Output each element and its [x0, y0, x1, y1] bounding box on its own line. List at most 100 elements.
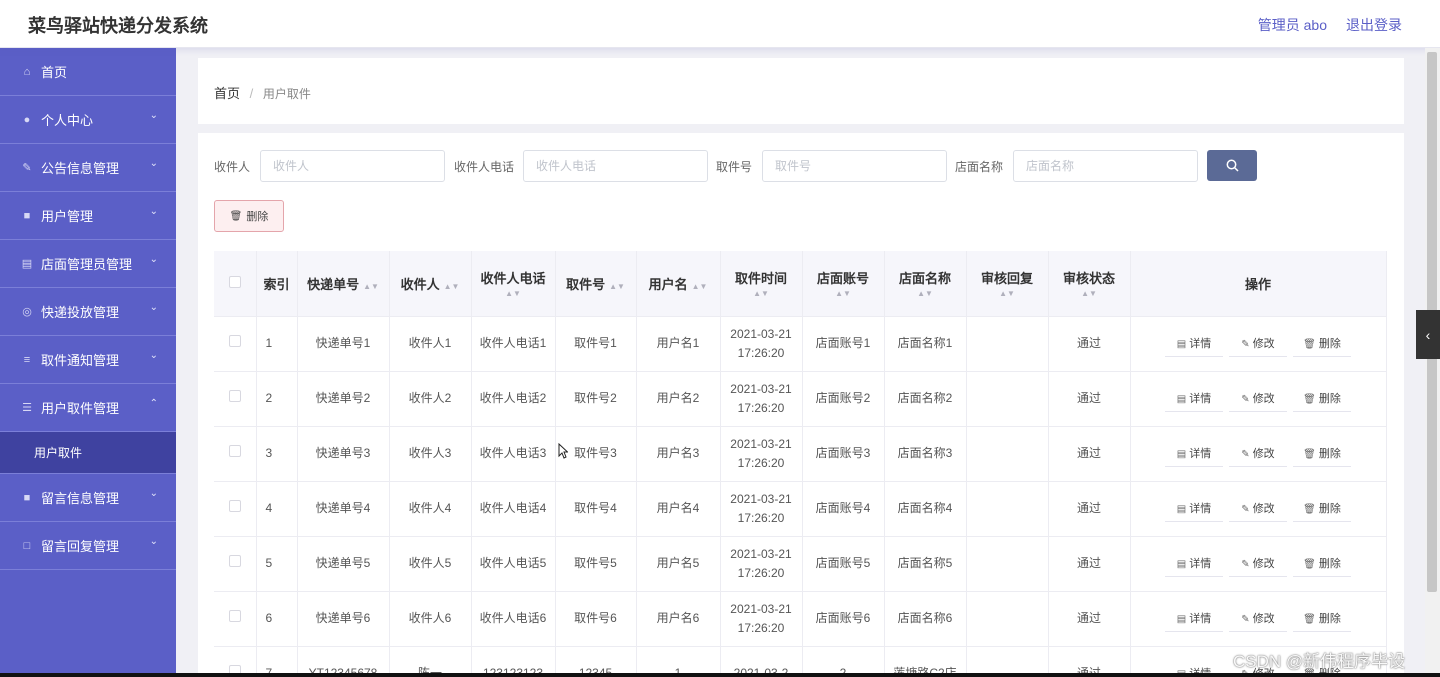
edit-button[interactable]: ✎修改	[1229, 606, 1287, 632]
sort-icon[interactable]: ▲▼	[692, 282, 708, 291]
sidebar-item-announcements[interactable]: ✎ 公告信息管理 ⌄	[0, 144, 176, 192]
sidebar-item-label: 留言信息管理	[41, 491, 120, 506]
sidebar-item-store-admins[interactable]: ▤ 店面管理员管理 ⌄	[0, 240, 176, 288]
chat-icon: ■	[23, 209, 31, 222]
sidebar-item-home[interactable]: ⌂ 首页	[0, 48, 176, 96]
detail-button[interactable]: ▤详情	[1165, 551, 1223, 577]
pickup-label: 取件号	[716, 160, 753, 174]
edit-button[interactable]: ✎修改	[1229, 496, 1287, 522]
edit-icon: ✎	[22, 162, 32, 174]
pencil-icon: ✎	[1241, 448, 1250, 460]
window-bottom-edge	[0, 673, 1440, 677]
table-row: 5 快递单号5 收件人5 收件人电话5 取件号5 用户名5 2021-03-21 17:26…	[214, 536, 1387, 592]
sort-icon[interactable]: ▲▼	[721, 289, 802, 298]
select-all-checkbox[interactable]	[228, 275, 241, 288]
delete-button[interactable]: 🗑删除	[1293, 331, 1351, 357]
breadcrumb-card: 首页 / 用户取件	[198, 58, 1404, 124]
store-input[interactable]	[1013, 150, 1198, 182]
edit-button[interactable]: ✎修改	[1229, 386, 1287, 412]
edit-button[interactable]: ✎修改	[1229, 441, 1287, 467]
col-store-account[interactable]: 店面账号 ▲▼	[802, 251, 885, 317]
search-button[interactable]	[1207, 150, 1257, 181]
trash-icon: 🗑	[1303, 613, 1316, 625]
sidebar-item-label: 用户取件管理	[41, 401, 120, 416]
receiver-input[interactable]	[260, 150, 445, 182]
delete-button[interactable]: 🗑删除	[1293, 551, 1351, 577]
col-store-name[interactable]: 店面名称 ▲▼	[884, 251, 967, 317]
breadcrumb-home[interactable]: 首页	[214, 86, 240, 101]
detail-button[interactable]: ▤详情	[1165, 496, 1223, 522]
batch-delete-button[interactable]: 🗑 删除	[214, 200, 284, 232]
pencil-icon: ✎	[1241, 338, 1250, 350]
cell-actions: ▤详情✎修改🗑删除	[1130, 481, 1387, 537]
action-label: 删除	[1318, 612, 1341, 625]
sort-icon[interactable]: ▲▼	[609, 282, 625, 291]
sliders-icon: ≡	[23, 353, 31, 366]
row-checkbox[interactable]	[228, 390, 241, 402]
col-tracking[interactable]: 快递单号 ▲▼	[297, 251, 390, 317]
table-row: 1 快递单号1 收件人1 收件人电话1 取件号1 用户名1 2021-03-21 17:26…	[214, 316, 1387, 372]
cell-store-name: 店面名称2	[884, 371, 967, 427]
sidebar-item-replies[interactable]: □ 留言回复管理 ⌄	[0, 522, 176, 570]
row-checkbox[interactable]	[228, 555, 241, 567]
pickup-input[interactable]	[762, 150, 947, 182]
sort-icon[interactable]: ▲▼	[967, 289, 1048, 298]
sort-icon[interactable]: ▲▼	[1049, 289, 1130, 298]
row-checkbox[interactable]	[228, 335, 241, 347]
cell-phone: 收件人电话1	[471, 316, 556, 372]
logout-link[interactable]: 退出登录	[1346, 15, 1402, 35]
action-label: 删除	[1318, 337, 1341, 350]
row-checkbox[interactable]	[228, 500, 241, 512]
sort-icon[interactable]: ▲▼	[363, 282, 379, 291]
delete-button[interactable]: 🗑删除	[1293, 386, 1351, 412]
sidebar-item-pickup-notice[interactable]: ≡ 取件通知管理 ⌄	[0, 336, 176, 384]
sidebar-item-messages[interactable]: ■ 留言信息管理 ⌄	[0, 474, 176, 522]
action-label: 详情	[1189, 337, 1212, 350]
row-select-cell	[214, 591, 257, 647]
edit-button[interactable]: ✎修改	[1229, 331, 1287, 357]
detail-button[interactable]: ▤详情	[1165, 331, 1223, 357]
phone-label: 收件人电话	[454, 160, 515, 174]
cell-actions: ▤详情✎修改🗑删除	[1130, 591, 1387, 647]
row-checkbox[interactable]	[228, 610, 241, 622]
edit-button[interactable]: ✎修改	[1229, 551, 1287, 577]
phone-input[interactable]	[523, 150, 708, 182]
sidebar-item-delivery[interactable]: ◎ 快递投放管理 ⌄	[0, 288, 176, 336]
sidebar-subitem-user-pickup[interactable]: 用户取件	[0, 432, 176, 474]
sidebar-item-users[interactable]: ■ 用户管理 ⌄	[0, 192, 176, 240]
mouse-cursor-icon	[558, 443, 568, 459]
col-review-reply[interactable]: 审核回复 ▲▼	[966, 251, 1049, 317]
cell-pickup: 取件号1	[555, 316, 637, 372]
sort-icon[interactable]: ▲▼	[885, 289, 966, 298]
cell-username: 用户名2	[636, 371, 721, 427]
col-username[interactable]: 用户名 ▲▼	[636, 251, 721, 317]
cell-receiver: 收件人1	[389, 316, 472, 372]
sort-icon[interactable]: ▲▼	[444, 282, 460, 291]
sort-icon[interactable]: ▲▼	[803, 289, 884, 298]
cell-index: 6	[256, 591, 298, 647]
pencil-icon: ✎	[1241, 613, 1250, 625]
detail-button[interactable]: ▤详情	[1165, 606, 1223, 632]
chevron-down-icon: ⌄	[149, 254, 158, 265]
col-review-status[interactable]: 审核状态 ▲▼	[1048, 251, 1131, 317]
col-receiver[interactable]: 收件人 ▲▼	[389, 251, 472, 317]
col-phone[interactable]: 收件人电话 ▲▼	[471, 251, 556, 317]
chevron-up-icon: ⌃	[149, 398, 158, 409]
sidebar-item-user-pickup[interactable]: ☰ 用户取件管理 ⌃	[0, 384, 176, 432]
row-select-cell	[214, 426, 257, 482]
trash-icon: 🗑	[1303, 393, 1316, 405]
sidebar-item-personal-center[interactable]: ● 个人中心 ⌄	[0, 96, 176, 144]
row-checkbox[interactable]	[228, 445, 241, 457]
delete-button[interactable]: 🗑删除	[1293, 606, 1351, 632]
detail-button[interactable]: ▤详情	[1165, 386, 1223, 412]
delete-button[interactable]: 🗑删除	[1293, 496, 1351, 522]
detail-button[interactable]: ▤详情	[1165, 441, 1223, 467]
chevron-left-icon: ‹	[1425, 326, 1431, 343]
col-pickup[interactable]: 取件号 ▲▼	[555, 251, 637, 317]
action-label: 修改	[1252, 612, 1275, 625]
chevron-down-icon: ⌄	[149, 488, 158, 499]
sort-icon[interactable]: ▲▼	[472, 289, 555, 298]
delete-button[interactable]: 🗑删除	[1293, 441, 1351, 467]
collapse-panel-button[interactable]: ‹	[1416, 310, 1440, 359]
col-time[interactable]: 取件时间 ▲▼	[720, 251, 803, 317]
